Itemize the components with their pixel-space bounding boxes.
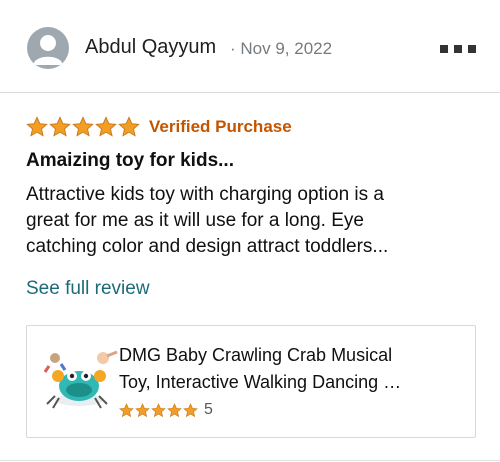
product-rating: 5: [119, 401, 213, 419]
star-icon: [95, 116, 117, 137]
star-icon: [183, 402, 198, 417]
more-options-icon[interactable]: [440, 45, 478, 55]
product-name-line: DMG Baby Crawling Crab Musical: [119, 345, 393, 365]
star-icon: [118, 116, 140, 137]
product-thumbnail: [41, 346, 119, 418]
verified-purchase-badge: Verified Purchase: [149, 117, 292, 136]
star-icon: [135, 402, 150, 417]
reviewer-name[interactable]: Abdul Qayyum: [85, 36, 216, 59]
review-text: Attractive kids toy with charging option…: [26, 182, 476, 260]
product-name-line: Toy, Interactive Walking Dancing …: [119, 372, 402, 392]
more-dot: [440, 45, 448, 53]
review-text-line: great for me as it will use for a long. …: [26, 210, 364, 231]
review-text-line: Attractive kids toy with charging option…: [26, 184, 385, 205]
star-icon: [49, 116, 71, 137]
review-text-line: catching color and design attract toddle…: [26, 236, 389, 257]
review-header: Abdul Qayyum · Nov 9, 2022: [0, 0, 500, 93]
product-name[interactable]: DMG Baby Crawling Crab Musical Toy, Inte…: [119, 342, 464, 396]
rating-row: Verified Purchase: [26, 115, 292, 139]
star-icon: [151, 402, 166, 417]
star-icon: [119, 402, 134, 417]
more-dot: [454, 45, 462, 53]
user-avatar-icon[interactable]: [27, 27, 69, 69]
star-icon: [167, 402, 182, 417]
product-card[interactable]: DMG Baby Crawling Crab Musical Toy, Inte…: [26, 325, 476, 438]
rating-count: 5: [204, 401, 213, 418]
see-full-review-link[interactable]: See full review: [26, 278, 150, 300]
product-star-rating: [119, 402, 198, 418]
more-dot: [468, 45, 476, 53]
review-body: Verified Purchase Amaizing toy for kids.…: [0, 93, 500, 462]
review-date: · Nov 9, 2022: [230, 39, 333, 58]
divider: [0, 460, 500, 461]
star-icon: [26, 116, 48, 137]
star-icon: [72, 116, 94, 137]
star-rating: [26, 116, 140, 138]
review-title: Amaizing toy for kids...: [26, 150, 234, 171]
